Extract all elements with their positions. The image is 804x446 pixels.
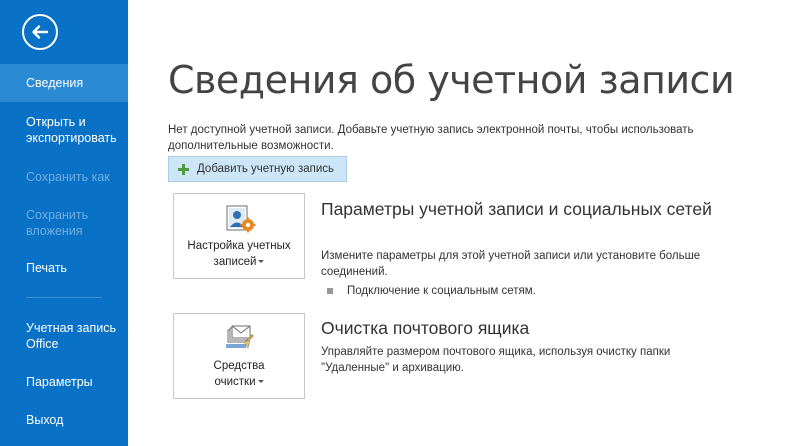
sidebar-item-label: Выход [26,413,64,427]
sidebar-item-print[interactable]: Печать [0,260,128,276]
plus-icon [177,163,190,176]
backstage-sidebar: Сведения Открыть и экспортировать Сохран… [0,0,128,446]
add-account-label: Добавить учетную запись [197,163,335,175]
account-settings-icon [226,205,256,233]
back-button[interactable] [22,14,58,50]
sidebar-item-save-as: Сохранить как [0,169,128,185]
sidebar-item-label: Параметры [26,375,93,389]
intro-text: Нет доступной учетной записи. Добавьте у… [168,124,694,152]
sidebar-item-open-export[interactable]: Открыть и экспортировать [0,114,120,146]
cleanup-tools-icon [226,325,254,349]
social-networks-bullet: Подключение к социальным сетям. [327,285,536,297]
sidebar-item-save-attachments: Сохранить вложения [0,207,110,239]
chevron-down-icon [258,260,265,264]
account-settings-title: Параметры учетной записи и социальных се… [321,199,712,219]
account-settings-tile[interactable]: Настройка учетных записей [173,193,305,279]
sidebar-item-info[interactable]: Сведения [0,64,128,102]
sidebar-item-office-account[interactable]: Учетная запись Office [0,320,116,352]
mailbox-cleanup-description: Управляйте размером почтового ящика, исп… [321,346,671,374]
cleanup-tools-label: Средства очистки [213,360,265,388]
mailbox-cleanup-title: Очистка почтового ящика [321,318,530,338]
sidebar-item-label: Сохранить как [26,170,110,184]
social-networks-text: Подключение к социальным сетям. [347,285,536,297]
sidebar-item-exit[interactable]: Выход [0,412,128,428]
account-settings-description: Измените параметры для этой учетной запи… [321,250,701,278]
sidebar-item-label: Открыть и экспортировать [26,115,117,145]
bullet-icon [327,288,333,294]
account-settings-label: Настройка учетных записей [187,240,291,268]
back-arrow-icon [32,25,49,39]
sidebar-item-options[interactable]: Параметры [0,374,128,390]
sidebar-item-label: Учетная запись Office [26,321,117,351]
page-title: Сведения об учетной записи [168,58,735,102]
chevron-down-icon [257,380,264,384]
sidebar-divider [26,297,102,298]
cleanup-tools-tile[interactable]: Средства очистки [173,313,305,399]
sidebar-item-label: Сведения [26,76,84,90]
add-account-button[interactable]: Добавить учетную запись [168,156,347,182]
sidebar-item-label: Сохранить вложения [26,208,89,238]
sidebar-item-label: Печать [26,261,67,275]
